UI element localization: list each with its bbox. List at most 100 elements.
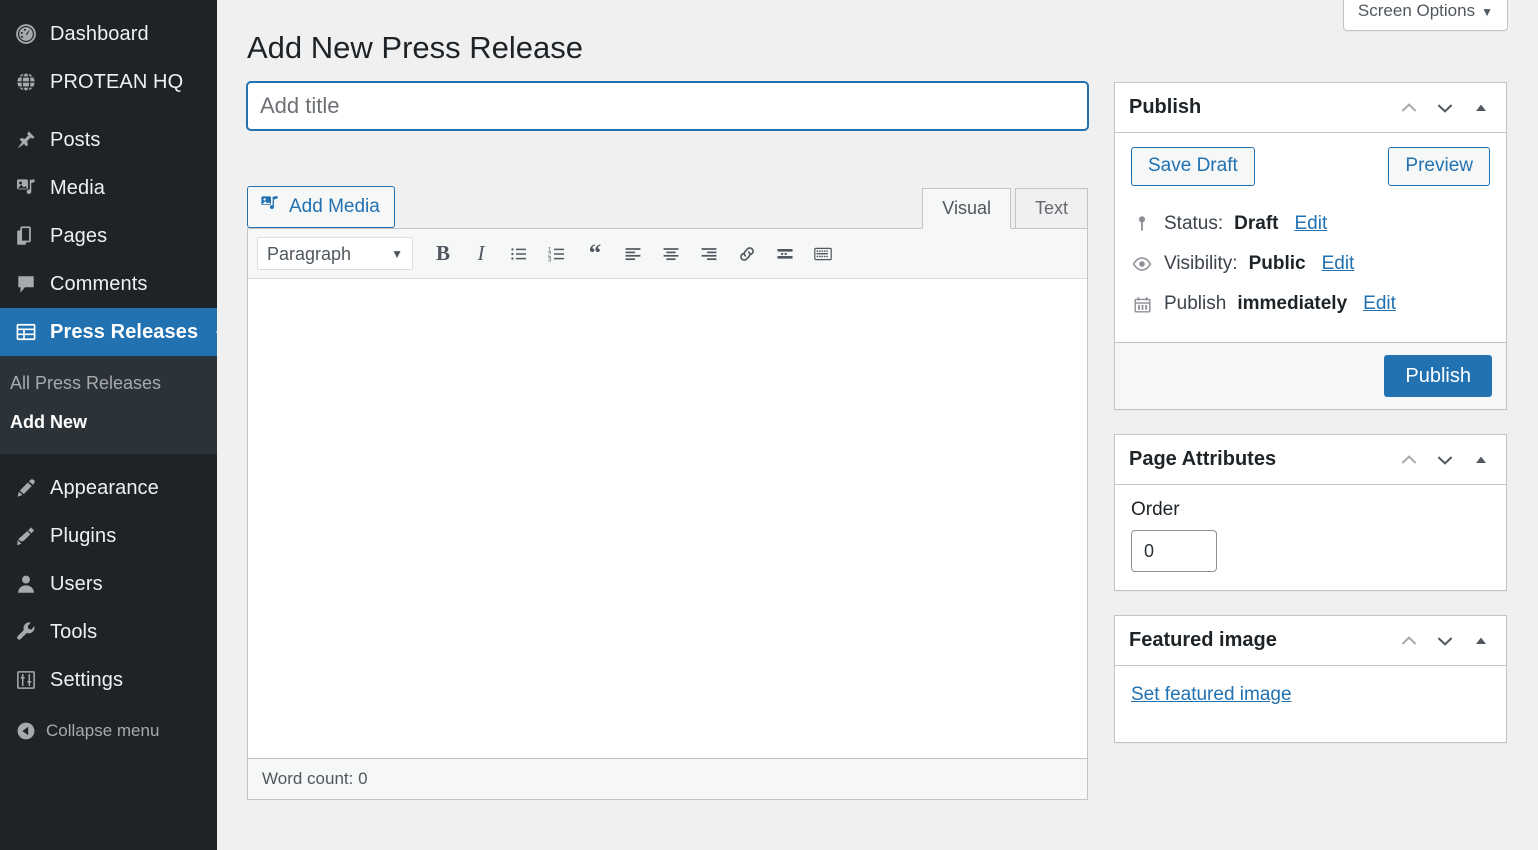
sidebar-item-posts[interactable]: Posts bbox=[0, 116, 217, 164]
publish-panel-header: Publish bbox=[1115, 83, 1506, 134]
primary-column: Add Media Visual Text Paragraph bbox=[247, 82, 1088, 801]
editor-mode-tabs: Visual Text bbox=[918, 187, 1088, 230]
publish-panel-body: Save Draft Preview Status: Draft Edit Vi… bbox=[1115, 133, 1506, 342]
order-input[interactable] bbox=[1131, 530, 1217, 573]
panel-title: Page Attributes bbox=[1129, 448, 1277, 471]
paragraph-format-select[interactable]: Paragraph bbox=[257, 237, 413, 271]
sidebar-item-label: Posts bbox=[50, 128, 101, 151]
wp-admin-screen: Dashboard PROTEAN HQ Posts Media Pages C… bbox=[0, 0, 1538, 850]
post-title-input[interactable] bbox=[247, 82, 1088, 131]
move-up-icon[interactable] bbox=[1398, 630, 1420, 652]
move-down-icon[interactable] bbox=[1434, 630, 1456, 652]
sidebar-item-site[interactable]: PROTEAN HQ bbox=[0, 58, 217, 106]
publish-date-value: immediately bbox=[1237, 293, 1348, 315]
italic-icon[interactable]: I bbox=[463, 237, 499, 271]
visibility-eye-icon bbox=[1131, 255, 1153, 273]
brush-icon bbox=[6, 477, 46, 499]
user-icon bbox=[6, 573, 46, 595]
chevron-down-icon: ▼ bbox=[1481, 5, 1493, 19]
visibility-row: Visibility: Public Edit bbox=[1131, 244, 1490, 284]
sidebar-item-media[interactable]: Media bbox=[0, 164, 217, 212]
status-label: Status: bbox=[1164, 213, 1224, 235]
publish-meta-rows: Status: Draft Edit Visibility: Public Ed… bbox=[1131, 204, 1490, 324]
editor-layout: Add Media Visual Text Paragraph bbox=[247, 82, 1510, 801]
blockquote-icon[interactable]: “ bbox=[577, 237, 613, 271]
add-media-label: Add Media bbox=[289, 195, 380, 217]
toggle-panel-icon[interactable] bbox=[1470, 97, 1492, 119]
page-attributes-body: Order bbox=[1115, 485, 1506, 590]
sidebar-item-label: Media bbox=[50, 176, 105, 199]
save-draft-button[interactable]: Save Draft bbox=[1131, 147, 1255, 187]
read-more-icon[interactable] bbox=[767, 237, 803, 271]
order-label: Order bbox=[1131, 499, 1180, 521]
pin-icon bbox=[6, 129, 46, 151]
table-icon bbox=[6, 321, 46, 343]
sidebar-item-comments[interactable]: Comments bbox=[0, 260, 217, 308]
submenu-item-add-new[interactable]: Add New bbox=[0, 403, 217, 442]
publish-panel-footer: Publish bbox=[1115, 342, 1506, 410]
editor-content-area[interactable] bbox=[248, 279, 1087, 759]
move-up-icon[interactable] bbox=[1398, 97, 1420, 119]
sidebar-item-plugins[interactable]: Plugins bbox=[0, 512, 217, 560]
move-down-icon[interactable] bbox=[1434, 97, 1456, 119]
dashboard-icon bbox=[6, 23, 46, 45]
collapse-arrow-icon bbox=[6, 721, 46, 741]
sidebar-item-label: Comments bbox=[50, 272, 148, 295]
align-center-icon[interactable] bbox=[653, 237, 689, 271]
main-content: Screen Options ▼ Add New Press Release Ad… bbox=[217, 0, 1538, 850]
sidebar-item-appearance[interactable]: Appearance bbox=[0, 464, 217, 512]
numbered-list-icon[interactable]: 123 bbox=[539, 237, 575, 271]
media-icon bbox=[6, 177, 46, 199]
editor-toolbar: Paragraph ▼ B I 1 2 3 “ bbox=[248, 229, 1087, 280]
sidebar-item-press-releases[interactable]: Press Releases bbox=[0, 308, 217, 356]
status-value: Draft bbox=[1234, 213, 1279, 235]
visibility-value: Public bbox=[1248, 253, 1306, 275]
sliders-icon bbox=[6, 669, 46, 691]
align-right-icon[interactable] bbox=[691, 237, 727, 271]
svg-text:3: 3 bbox=[548, 257, 552, 263]
press-releases-submenu: All Press Releases Add New bbox=[0, 356, 217, 454]
submenu-item-all-press-releases[interactable]: All Press Releases bbox=[0, 364, 217, 403]
sidebar-item-dashboard[interactable]: Dashboard bbox=[0, 10, 217, 58]
publish-button[interactable]: Publish bbox=[1384, 355, 1492, 398]
status-edit-link[interactable]: Edit bbox=[1295, 213, 1328, 235]
sidebar-item-label: Plugins bbox=[50, 524, 117, 547]
screen-options-button[interactable]: Screen Options ▼ bbox=[1342, 0, 1508, 31]
screen-options-label: Screen Options bbox=[1357, 1, 1476, 20]
toggle-panel-icon[interactable] bbox=[1470, 630, 1492, 652]
toggle-panel-icon[interactable] bbox=[1470, 449, 1492, 471]
toolbar-toggle-icon[interactable] bbox=[805, 237, 841, 271]
move-up-icon[interactable] bbox=[1398, 449, 1420, 471]
bulleted-list-icon[interactable] bbox=[501, 237, 537, 271]
sidebar-item-label: Users bbox=[50, 572, 103, 595]
publish-date-edit-link[interactable]: Edit bbox=[1363, 293, 1396, 315]
editor-media-bar: Add Media Visual Text bbox=[247, 185, 1088, 230]
move-down-icon[interactable] bbox=[1434, 449, 1456, 471]
sidebar-item-users[interactable]: Users bbox=[0, 560, 217, 608]
sidebar-item-label: Press Releases bbox=[50, 320, 199, 343]
collapse-menu-label: Collapse menu bbox=[46, 721, 160, 740]
sidebar-item-tools[interactable]: Tools bbox=[0, 608, 217, 656]
collapse-menu-button[interactable]: Collapse menu bbox=[0, 708, 217, 754]
publish-panel: Publish Save Draft Preview Status: Draft… bbox=[1114, 82, 1507, 411]
status-row: Status: Draft Edit bbox=[1131, 204, 1490, 244]
preview-button[interactable]: Preview bbox=[1388, 147, 1490, 187]
sidebar-item-label: Dashboard bbox=[50, 22, 149, 45]
add-media-button[interactable]: Add Media bbox=[247, 185, 395, 229]
tab-text[interactable]: Text bbox=[1014, 187, 1088, 230]
visibility-edit-link[interactable]: Edit bbox=[1322, 253, 1355, 275]
bold-icon[interactable]: B bbox=[425, 237, 461, 271]
pages-icon bbox=[6, 225, 46, 247]
sidebar-item-pages[interactable]: Pages bbox=[0, 212, 217, 260]
wrench-icon bbox=[6, 621, 46, 643]
sidebar-metaboxes: Publish Save Draft Preview Status: Draft… bbox=[1114, 82, 1507, 767]
link-icon[interactable] bbox=[729, 237, 765, 271]
tab-visual[interactable]: Visual bbox=[922, 187, 1011, 230]
set-featured-image-link[interactable]: Set featured image bbox=[1131, 680, 1292, 724]
globe-icon bbox=[6, 71, 46, 93]
align-left-icon[interactable] bbox=[615, 237, 651, 271]
publish-actions: Save Draft Preview bbox=[1131, 147, 1490, 187]
sidebar-separator bbox=[0, 454, 217, 464]
sidebar-item-settings[interactable]: Settings bbox=[0, 656, 217, 704]
panel-controls bbox=[1398, 97, 1492, 119]
